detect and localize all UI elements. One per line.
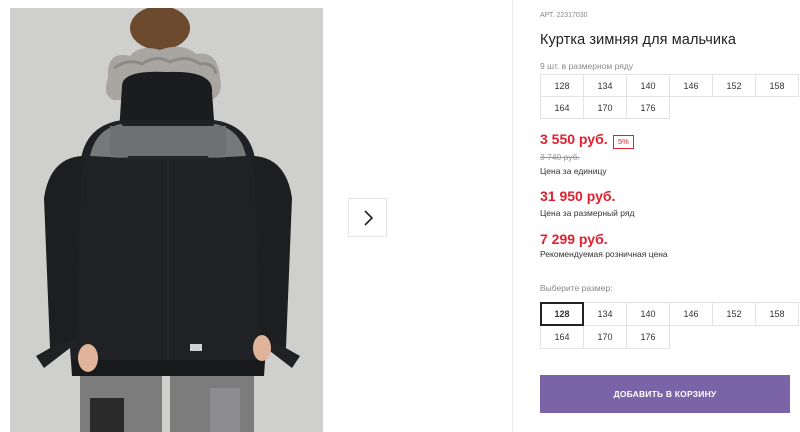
size-run-cell: 146 <box>669 74 713 97</box>
chevron-right-icon <box>363 209 373 226</box>
size-option-selected[interactable]: 128 <box>540 302 584 326</box>
unit-price: 3 550 руб. <box>540 131 608 147</box>
product-page: АРТ. 22317030 Куртка зимняя для мальчика… <box>0 0 800 432</box>
size-option[interactable]: 140 <box>626 302 670 326</box>
size-option[interactable]: 134 <box>583 302 627 326</box>
discount-badge: 5% <box>613 135 634 149</box>
size-run-cell: 128 <box>540 74 584 97</box>
size-run-cell: 158 <box>755 74 799 97</box>
run-price: 31 950 руб. <box>540 188 616 204</box>
size-run-cell: 140 <box>626 74 670 97</box>
retail-price-label: Рекомендуемая розничная цена <box>540 249 668 259</box>
size-option[interactable]: 170 <box>583 325 627 349</box>
product-photo[interactable] <box>10 8 323 432</box>
product-title: Куртка зимняя для мальчика <box>540 32 736 48</box>
unit-price-label: Цена за единицу <box>540 166 607 176</box>
size-run-cell: 134 <box>583 74 627 97</box>
run-price-label: Цена за размерный ряд <box>540 208 635 218</box>
size-option[interactable]: 164 <box>540 325 584 349</box>
size-run-cell: 176 <box>626 96 670 119</box>
product-sku: АРТ. 22317030 <box>540 12 588 19</box>
size-run-cell: 170 <box>583 96 627 119</box>
old-price: 3 740 руб. <box>540 152 580 162</box>
add-to-cart-button[interactable]: ДОБАВИТЬ В КОРЗИНУ <box>540 375 790 413</box>
jacket-illustration <box>10 8 323 432</box>
panel-divider <box>512 0 513 432</box>
product-gallery <box>0 0 512 432</box>
size-run-cell: 152 <box>712 74 756 97</box>
size-option[interactable]: 152 <box>712 302 756 326</box>
size-option[interactable]: 158 <box>755 302 799 326</box>
retail-price: 7 299 руб. <box>540 231 608 247</box>
size-run-note: 9 шт. в размерном ряду <box>540 61 634 71</box>
size-option[interactable]: 176 <box>626 325 670 349</box>
size-option[interactable]: 146 <box>669 302 713 326</box>
size-run-cell: 164 <box>540 96 584 119</box>
size-selector: 128 134 140 146 152 158 164 170 176 <box>540 302 799 349</box>
size-run-grid: 128 134 140 146 152 158 164 170 176 <box>540 74 799 119</box>
size-select-label: Выберите размер: <box>540 283 613 293</box>
gallery-next-button[interactable] <box>348 198 387 237</box>
